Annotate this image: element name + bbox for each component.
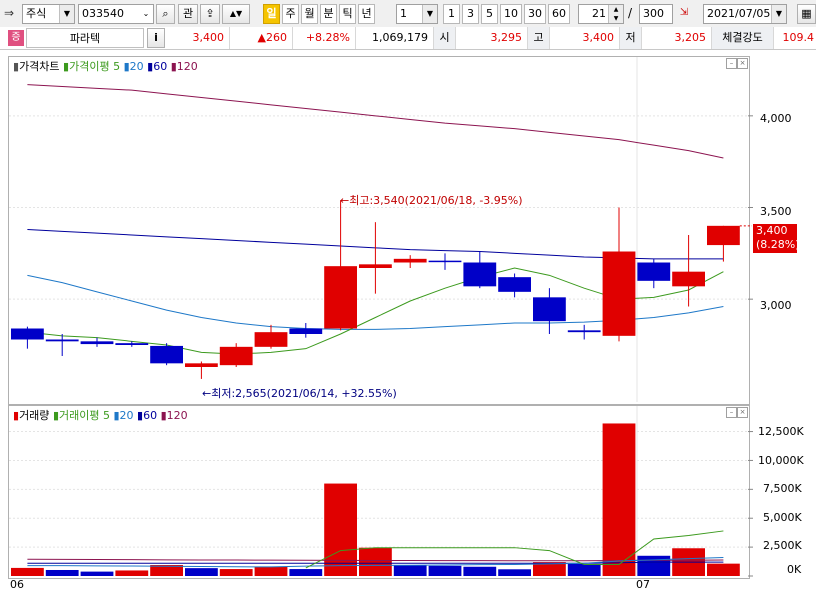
volume-tick-label: 5,000K [763, 511, 802, 524]
search-button[interactable]: ⌕ [156, 4, 175, 24]
volume-tick-label: 7,500K [763, 482, 802, 495]
upload-icon: ⇪ [205, 7, 215, 20]
favorite-button[interactable]: 관 [178, 4, 198, 24]
period-minute-button[interactable]: 분 [320, 4, 337, 24]
interval-60-button[interactable]: 60 [548, 4, 570, 24]
high-annotation: ←최고:3,540(2021/06/18, -3.95%) [340, 194, 523, 207]
legend-ma60: ▮60 [147, 60, 168, 73]
price-tick-label: 4,000 [760, 112, 792, 125]
low-annotation: ←최저:2,565(2021/06/14, +32.55%) [202, 387, 397, 400]
volume-tick-label: 12,500K [758, 425, 804, 438]
volume-chart-panel[interactable] [8, 405, 750, 579]
interval-5-button[interactable]: 5 [481, 4, 498, 24]
low-price: 3,205 [642, 27, 712, 49]
panel-close-icon[interactable]: × [737, 58, 748, 69]
market-type-value: 주식 [26, 7, 47, 20]
chevron-down-icon[interactable]: ▼ [422, 5, 437, 23]
date-select[interactable]: 2021/07/05 ▼ [703, 4, 787, 24]
chevron-down-icon[interactable]: ⌄ [139, 5, 153, 23]
open-label: 시 [434, 27, 456, 49]
upload-button[interactable]: ⇪ [200, 4, 220, 24]
stock-code-input[interactable]: 033540 ⌄ [78, 4, 154, 24]
date-value: 2021/07/05 [707, 7, 771, 20]
display-count-value: 21 [592, 7, 606, 20]
volume-legend: ▮거래량 ▮거래이평 5 ▮20 ▮60 ▮120 [13, 407, 188, 423]
minute-value: 1 [400, 7, 407, 20]
change-percent: +8.28% [293, 27, 356, 49]
stepper-button[interactable]: ▲▼ [222, 4, 250, 24]
period-month-button[interactable]: 월 [301, 4, 318, 24]
total-count-value: 300 [643, 7, 664, 20]
search-icon: ⌕ [162, 7, 169, 20]
high-label: 고 [528, 27, 550, 49]
price-legend: ▮가격차트 ▮가격이평 5 ▮20 ▮60 ▮120 [13, 58, 198, 74]
interval-30-button[interactable]: 30 [524, 4, 546, 24]
current-price-label-pct: (8.28%) [756, 238, 800, 251]
volume-tick-label: 10,000K [758, 454, 804, 467]
panel-minimize-icon[interactable]: – [726, 58, 737, 69]
menu-toggle-icon[interactable]: ⇒ [4, 6, 20, 20]
trade-volume: 1,069,179 [356, 27, 434, 49]
legend-vma120: ▮120 [160, 409, 188, 422]
strength-label: 체결강도 [712, 27, 774, 49]
market-badge: 증 [8, 30, 24, 46]
legend-ma20: ▮20 [123, 60, 144, 73]
period-week-button[interactable]: 주 [282, 4, 299, 24]
price-tick-label: 3,500 [760, 205, 792, 218]
interval-3-button[interactable]: 3 [462, 4, 479, 24]
market-type-select[interactable]: 주식 ▼ [22, 4, 75, 24]
toolbar: ⇒ 주식 ▼ 033540 ⌄ ⌕ 관 ⇪ ▲▼ 일 주 월 분 틱 년 1 ▼… [0, 0, 816, 28]
volume-panel-close-icon[interactable]: × [737, 407, 748, 418]
current-price-label: 3,400 (8.28%) [753, 224, 800, 253]
stock-name: 파라텍 [26, 28, 144, 48]
period-tick-button[interactable]: 틱 [339, 4, 356, 24]
price-tick-label: 3,000 [760, 299, 792, 312]
spin-icon[interactable]: ▲ ▼ [608, 5, 623, 23]
price-change: ▲260 [230, 27, 293, 49]
legend-vma20: ▮20 [113, 409, 134, 422]
total-count-input[interactable]: 300 [639, 4, 673, 24]
stock-code-value: 033540 [82, 7, 124, 20]
price-chart-title: 가격차트 [19, 60, 60, 73]
stock-info-button[interactable]: i [147, 28, 165, 48]
legend-volume: ▮거래량 [13, 409, 50, 422]
strength-value: 109.4 [782, 31, 815, 44]
legend-ma120: ▮120 [170, 60, 198, 73]
stepper-icon: ▲▼ [229, 9, 243, 18]
volume-tick-label: 0K [787, 563, 802, 576]
interval-10-button[interactable]: 10 [500, 4, 522, 24]
volume-tick-label: 2,500K [763, 539, 802, 552]
price-chart-panel[interactable] [8, 56, 750, 405]
legend-vma5: ▮거래이평 5 [52, 409, 110, 422]
count-separator: / [628, 6, 633, 20]
current-price-label-value: 3,400 [756, 224, 788, 237]
legend-vma60: ▮60 [137, 409, 158, 422]
chevron-down-icon[interactable]: ▼ [59, 5, 74, 23]
open-price: 3,295 [456, 27, 528, 49]
chevron-down-icon[interactable]: ▼ [771, 5, 786, 23]
period-year-button[interactable]: 년 [358, 4, 375, 24]
volume-chart-title: 거래량 [19, 409, 50, 422]
calendar-button[interactable]: ▦ [797, 4, 816, 24]
minute-select[interactable]: 1 ▼ [396, 4, 438, 24]
calendar-icon: ▦ [801, 7, 812, 20]
period-day-button[interactable]: 일 [263, 4, 280, 24]
x-axis-label: 06 [10, 578, 24, 591]
low-label: 저 [620, 27, 642, 49]
volume-panel-minimize-icon[interactable]: – [726, 407, 737, 418]
display-count-stepper[interactable]: 21 ▲ ▼ [578, 4, 624, 24]
quote-bar: 증 파라텍 i 3,400 ▲260 +8.28% 1,069,179 시 3,… [0, 27, 816, 50]
high-price: 3,400 [550, 27, 620, 49]
legend-ma5: ▮가격이평 5 [63, 60, 121, 73]
x-axis-label: 07 [636, 578, 650, 591]
expand-arrows-icon[interactable]: ⇲ [676, 5, 692, 21]
interval-1-button[interactable]: 1 [443, 4, 460, 24]
current-price: 3,400 [168, 27, 230, 49]
